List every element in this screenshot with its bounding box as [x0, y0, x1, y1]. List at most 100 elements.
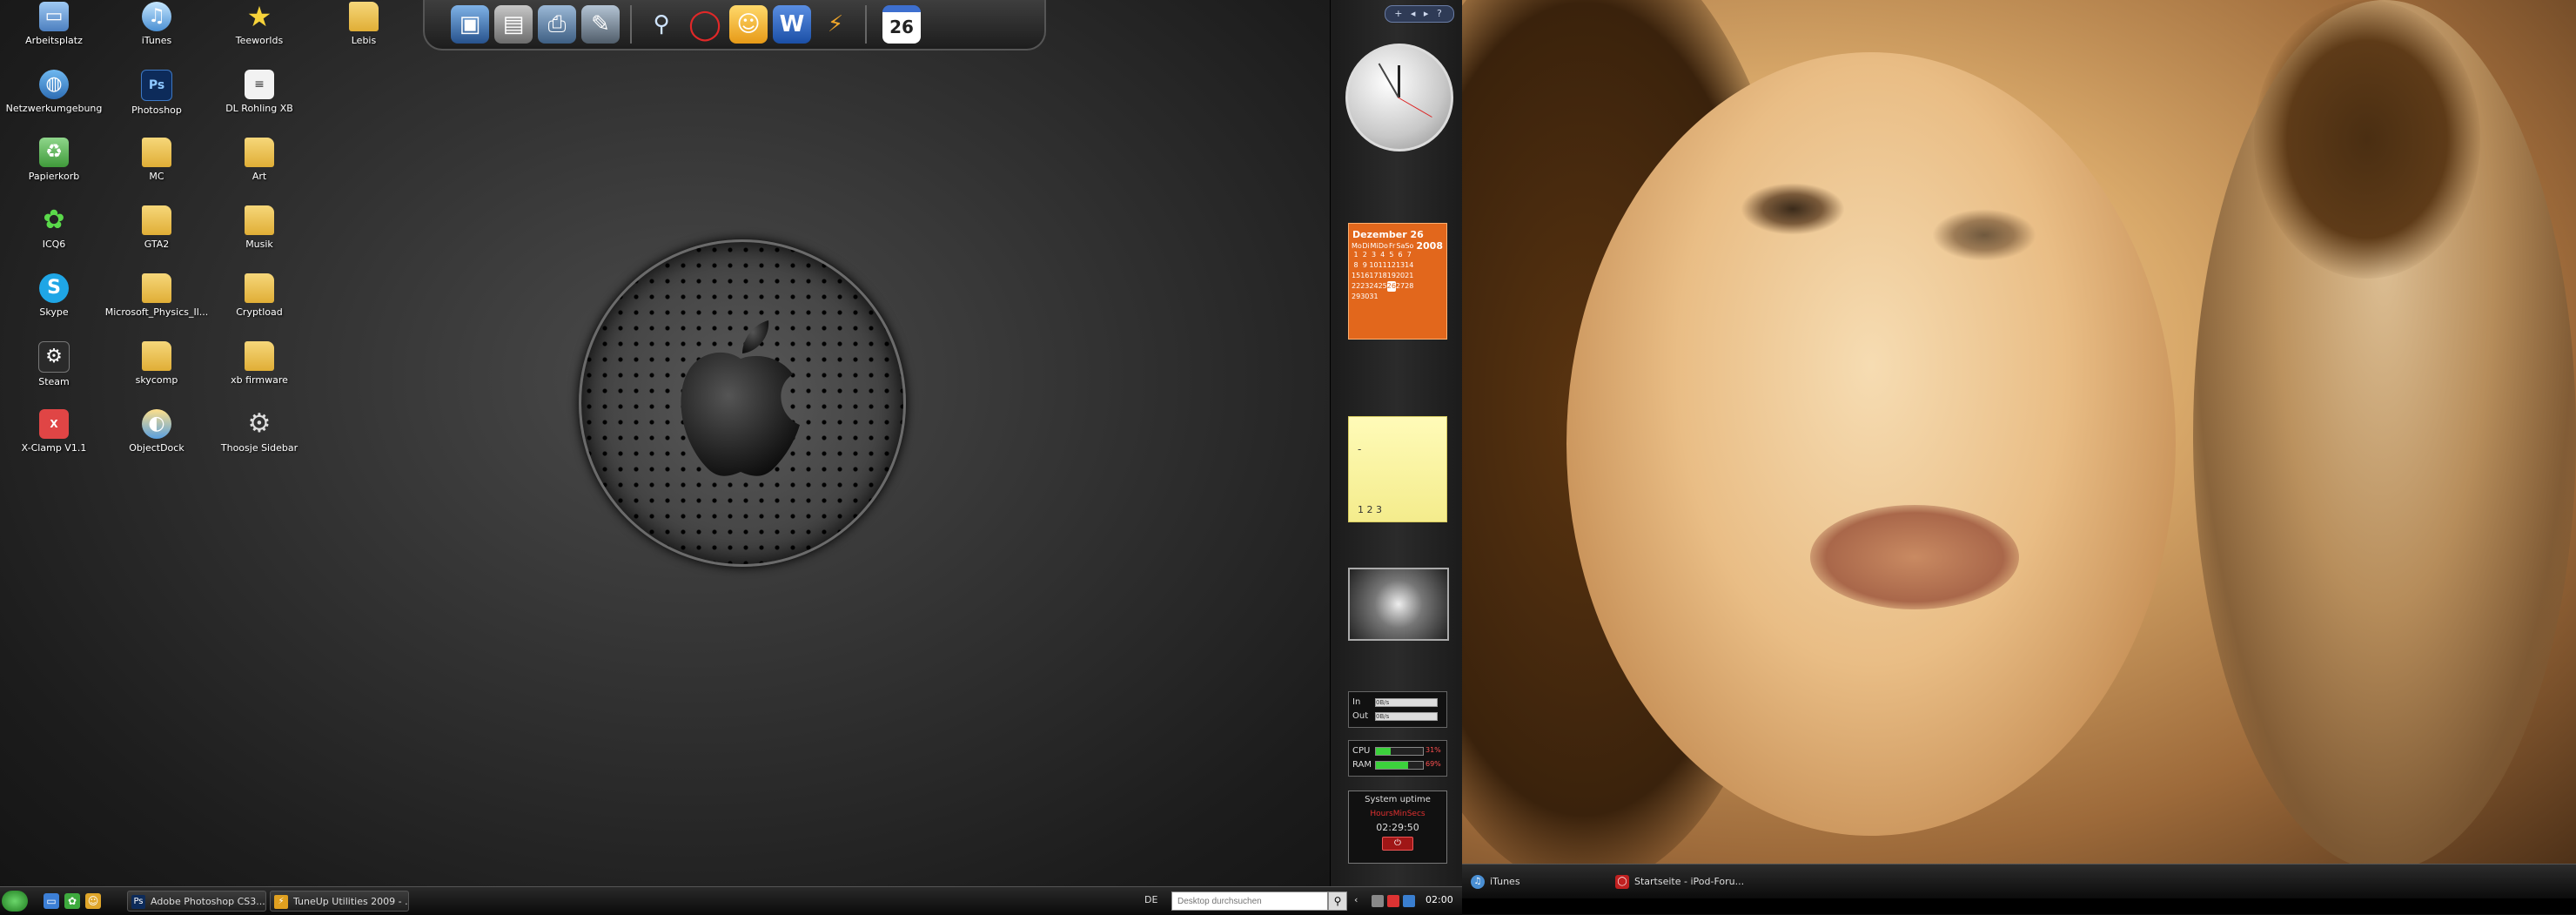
analog-clock-gadget[interactable]: [1345, 44, 1453, 151]
calendar-date[interactable]: 16: [1360, 271, 1369, 281]
tray-antivirus-icon[interactable]: [1387, 895, 1399, 907]
calendar-date[interactable]: 21: [1405, 271, 1413, 281]
desktop-icon-lebis[interactable]: Lebis: [312, 2, 416, 66]
calendar-date[interactable]: 6: [1396, 250, 1405, 260]
desktop-icon-steam[interactable]: ⚙ Steam: [2, 341, 106, 406]
calendar-date[interactable]: 27: [1396, 281, 1405, 292]
calendar-date[interactable]: 24: [1369, 281, 1378, 292]
desktop-right-wallpaper[interactable]: [1462, 0, 2576, 864]
desktop-search-input[interactable]: [1171, 891, 1328, 911]
desktop-icon-xb-firmware[interactable]: xb firmware: [207, 341, 312, 406]
desktop-icon-skype[interactable]: S Skype: [2, 273, 106, 338]
calendar-date[interactable]: 8: [1352, 260, 1360, 271]
dock-opera-icon[interactable]: ◯: [686, 5, 724, 44]
desktop-icon-xclamp[interactable]: X X-Clamp V1.1: [2, 409, 106, 474]
dock-documents-icon[interactable]: ▤: [494, 5, 533, 44]
desktop-icon-teeworlds[interactable]: ★ Teeworlds: [207, 2, 312, 66]
task-itunes[interactable]: ♫ iTunes: [1471, 871, 1520, 892]
desktop-icon-itunes[interactable]: ♫ iTunes: [104, 2, 209, 66]
dock-calendar-icon[interactable]: 26: [882, 5, 921, 44]
desktop-icon-label: xb firmware: [231, 374, 288, 386]
calendar-date[interactable]: 3: [1369, 250, 1378, 260]
calendar-date: [1405, 292, 1413, 302]
slideshow-gadget[interactable]: [1348, 568, 1449, 641]
dock-picture-icon[interactable]: ▣: [451, 5, 489, 44]
clock-second-hand: [1398, 97, 1432, 118]
tray-expand-arrow-icon[interactable]: ‹: [1354, 894, 1358, 905]
taskbar-clock[interactable]: 02:00: [1426, 894, 1453, 905]
desktop-icon-photoshop[interactable]: Ps Photoshop: [104, 70, 209, 134]
desktop-icon-mc[interactable]: MC: [104, 138, 209, 202]
desktop-icon-label: Musik: [245, 239, 273, 250]
sidebar-controls[interactable]: + ◂ ▸ ?: [1385, 5, 1454, 23]
calendar-date[interactable]: 5: [1387, 250, 1396, 260]
desktop-icon-microsoft-physics[interactable]: Microsoft_Physics_Il...: [104, 273, 209, 338]
calendar-date[interactable]: 13: [1396, 260, 1405, 271]
task-tuneup[interactable]: ⚡ TuneUp Utilities 2009 - ...: [270, 891, 409, 912]
calendar-date[interactable]: 23: [1360, 281, 1369, 292]
dock-vlc-icon[interactable]: ⚡: [816, 5, 855, 44]
calendar-date[interactable]: 20: [1396, 271, 1405, 281]
tray-network-icon[interactable]: [1403, 895, 1415, 907]
desktop-search-button[interactable]: ⚲: [1328, 891, 1347, 911]
desktop-icon-skycomp[interactable]: skycomp: [104, 341, 209, 406]
desktop-icon-gta2[interactable]: GTA2: [104, 205, 209, 270]
sticky-note-gadget[interactable]: - 1 2 3: [1348, 416, 1447, 522]
desktop-icon-cryptload[interactable]: Cryptload: [207, 273, 312, 338]
dock-word-icon[interactable]: W: [773, 5, 811, 44]
secondary-taskbar: ♫ iTunes ◯ Startseite - iPod-Foru...: [1462, 864, 2576, 899]
calendar-date[interactable]: 19: [1387, 271, 1396, 281]
calendar-date[interactable]: 7: [1405, 250, 1413, 260]
calendar-date[interactable]: 22: [1352, 281, 1360, 292]
dock-search-icon[interactable]: ⚲: [642, 5, 681, 44]
dock-messenger-icon[interactable]: ☺: [729, 5, 768, 44]
calendar-date[interactable]: 11: [1379, 260, 1387, 271]
desktop-icon-thoosje-sidebar[interactable]: ⚙ Thoosje Sidebar: [207, 409, 312, 474]
desktop-icon-papierkorb[interactable]: ♻ Papierkorb: [2, 138, 106, 202]
language-indicator[interactable]: DE: [1144, 894, 1157, 905]
calendar-gadget[interactable]: Dezember 26 2008 Mo Di Mi Do Fr Sa So 12345678…: [1348, 223, 1447, 340]
calendar-date[interactable]: 26: [1386, 281, 1396, 292]
quicklaunch-messenger-icon[interactable]: ☺: [85, 893, 101, 909]
calendar-date[interactable]: 25: [1379, 281, 1387, 292]
calendar-date[interactable]: 2: [1360, 250, 1369, 260]
calendar-header: Dezember 26 2008: [1349, 224, 1446, 252]
desktop-icon-art[interactable]: Art: [207, 138, 312, 202]
taskbar: ▭ ✿ ☺ Ps Adobe Photoshop CS3... ⚡ TuneUp…: [0, 886, 1462, 915]
calendar-date[interactable]: 29: [1352, 292, 1360, 302]
calendar-date[interactable]: 31: [1369, 292, 1378, 302]
quicklaunch-icq-icon[interactable]: ✿: [64, 893, 80, 909]
dock-tools-icon[interactable]: ✎: [581, 5, 620, 44]
star-icon: ★: [246, 0, 272, 33]
objectdock-icon: ◐: [142, 409, 171, 439]
calendar-date[interactable]: 12: [1387, 260, 1396, 271]
task-photoshop[interactable]: Ps Adobe Photoshop CS3...: [127, 891, 266, 912]
desktop-icon-icq6[interactable]: ✿ ICQ6: [2, 205, 106, 270]
calendar-date[interactable]: 28: [1405, 281, 1413, 292]
tuneup-icon: ⚡: [274, 895, 288, 909]
start-button[interactable]: [2, 891, 28, 912]
calendar-date[interactable]: 15: [1352, 271, 1360, 281]
desktop-icon-musik[interactable]: Musik: [207, 205, 312, 270]
desktop-icon-netzwerkumgebung[interactable]: ◍ Netzwerkumgebung: [2, 70, 106, 134]
calendar-date[interactable]: 4: [1379, 250, 1387, 260]
calendar-date[interactable]: 10: [1369, 260, 1378, 271]
network-meter-gadget: In 0B/s Out 0B/s: [1348, 691, 1447, 728]
calendar-date[interactable]: 30: [1360, 292, 1369, 302]
desktop-icon-objectdock[interactable]: ◐ ObjectDock: [104, 409, 209, 474]
desktop-icon-dl-rohling[interactable]: ≡ DL Rohling XB: [207, 70, 312, 134]
calendar-date[interactable]: 9: [1360, 260, 1369, 271]
network-out-value: 0B/s: [1375, 712, 1438, 721]
dock-printer-icon[interactable]: ⎙: [538, 5, 576, 44]
desktop-icon-arbeitsplatz[interactable]: ▭ Arbeitsplatz: [2, 2, 106, 66]
task-browser[interactable]: ◯ Startseite - iPod-Foru...: [1615, 871, 1744, 892]
desktop-left[interactable]: ▭ Arbeitsplatz ◍ Netzwerkumgebung ♻ Papi…: [0, 0, 1330, 898]
calendar-date[interactable]: 1: [1352, 250, 1360, 260]
network-in-value: 0B/s: [1375, 698, 1438, 707]
calendar-date[interactable]: 18: [1379, 271, 1387, 281]
calendar-date[interactable]: 17: [1369, 271, 1378, 281]
power-button[interactable]: ⏻: [1382, 837, 1413, 851]
calendar-date[interactable]: 14: [1405, 260, 1413, 271]
tray-volume-icon[interactable]: [1372, 895, 1384, 907]
quicklaunch-desktop-icon[interactable]: ▭: [44, 893, 59, 909]
